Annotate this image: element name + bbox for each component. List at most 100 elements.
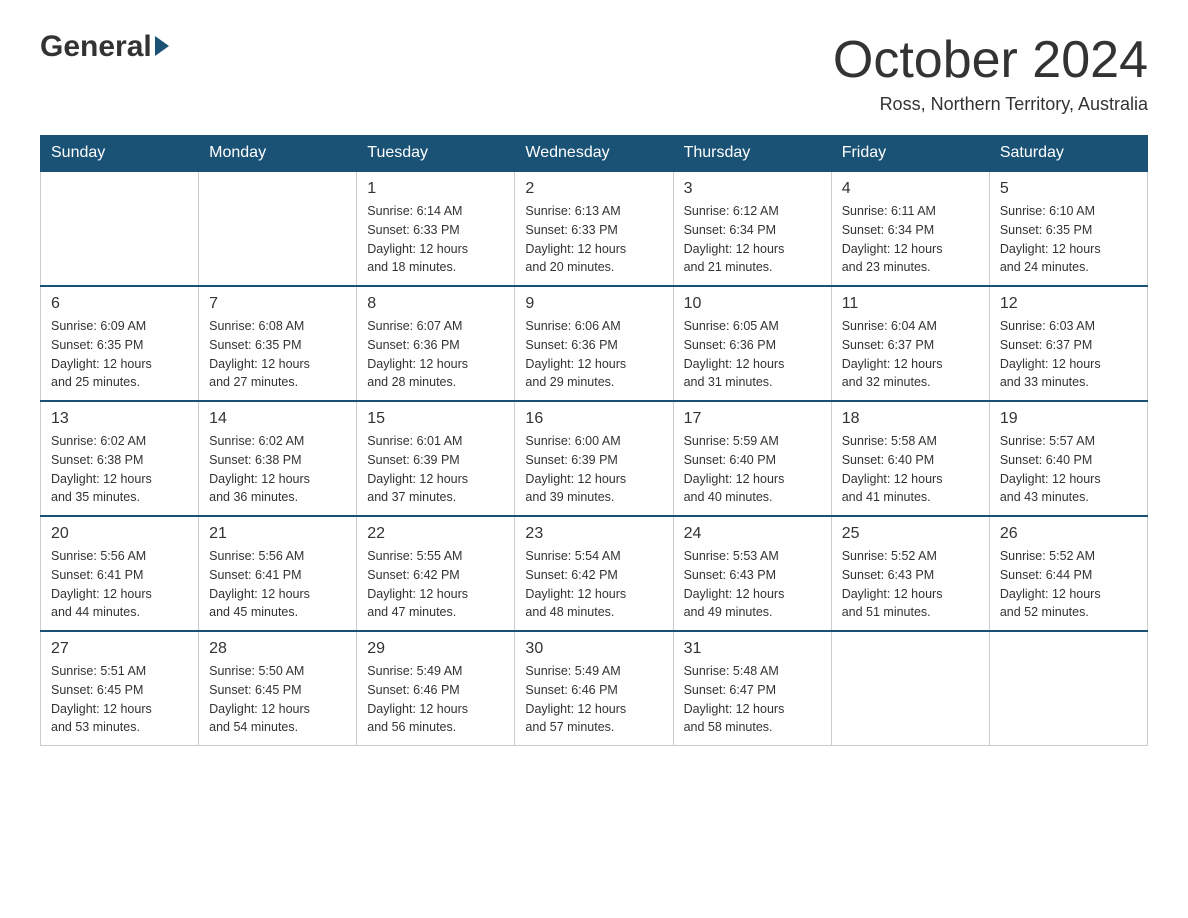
- day-info: Sunrise: 6:01 AM Sunset: 6:39 PM Dayligh…: [367, 432, 504, 507]
- day-info: Sunrise: 5:51 AM Sunset: 6:45 PM Dayligh…: [51, 662, 188, 737]
- week-row-4: 20 Sunrise: 5:56 AM Sunset: 6:41 PM Dayli…: [41, 516, 1148, 631]
- calendar-cell: 29Sunrise: 5:49 AM Sunset: 6:46 PM Dayli…: [357, 631, 515, 746]
- month-title: October 2024: [833, 30, 1148, 90]
- day-info: Sunrise: 5:56 AM Sunset: 6:41 PM Dayligh…: [51, 547, 188, 622]
- day-info: Sunrise: 5:59 AM Sunset: 6:40 PM Dayligh…: [684, 432, 821, 507]
- day-number: 17: [684, 410, 821, 428]
- day-info: Sunrise: 6:07 AM Sunset: 6:36 PM Dayligh…: [367, 317, 504, 392]
- day-info: Sunrise: 5:54 AM Sunset: 6:42 PM Dayligh…: [525, 547, 662, 622]
- calendar-cell: 4 Sunrise: 6:11 AM Sunset: 6:34 PM Daylig…: [831, 171, 989, 286]
- week-row-5: 27 Sunrise: 5:51 AM Sunset: 6:45 PM Dayli…: [41, 631, 1148, 746]
- day-info: Sunrise: 5:55 AM Sunset: 6:42 PM Dayligh…: [367, 547, 504, 622]
- logo: General Blue: [40, 30, 170, 64]
- day-info: Sunrise: 5:58 AM Sunset: 6:40 PM Dayligh…: [842, 432, 979, 507]
- day-number: 22: [367, 525, 504, 543]
- page-header: General Blue October 2024 Ross, Northern…: [40, 30, 1148, 115]
- day-number: 30: [525, 640, 662, 658]
- day-info: Sunrise: 6:04 AM Sunset: 6:37 PM Dayligh…: [842, 317, 979, 392]
- calendar-cell: 23 Sunrise: 5:54 AM Sunset: 6:42 PM Dayli…: [515, 516, 673, 631]
- day-info: Sunrise: 5:50 AM Sunset: 6:45 PM Dayligh…: [209, 662, 346, 737]
- day-info: Sunrise: 6:02 AM Sunset: 6:38 PM Dayligh…: [209, 432, 346, 507]
- calendar-cell: 31 Sunrise: 5:48 AM Sunset: 6:47 PM Dayli…: [673, 631, 831, 746]
- calendar-header-saturday: Saturday: [989, 136, 1147, 172]
- calendar-cell: 15 Sunrise: 6:01 AM Sunset: 6:39 PM Dayli…: [357, 401, 515, 516]
- calendar-cell: 7 Sunrise: 6:08 AM Sunset: 6:35 PM Daylig…: [199, 286, 357, 401]
- day-info: Sunrise: 6:10 AM Sunset: 6:35 PM Dayligh…: [1000, 202, 1137, 277]
- day-number: 16: [525, 410, 662, 428]
- calendar-cell: 2 Sunrise: 6:13 AM Sunset: 6:33 PM Daylig…: [515, 171, 673, 286]
- day-info: Sunrise: 5:52 AM Sunset: 6:44 PM Dayligh…: [1000, 547, 1137, 622]
- location-subtitle: Ross, Northern Territory, Australia: [833, 94, 1148, 115]
- day-info: Sunrise: 5:48 AM Sunset: 6:47 PM Dayligh…: [684, 662, 821, 737]
- calendar-header-sunday: Sunday: [41, 136, 199, 172]
- day-info: Sunrise: 5:56 AM Sunset: 6:41 PM Dayligh…: [209, 547, 346, 622]
- calendar-header-monday: Monday: [199, 136, 357, 172]
- day-number: 23: [525, 525, 662, 543]
- day-number: 21: [209, 525, 346, 543]
- calendar-cell: 13 Sunrise: 6:02 AM Sunset: 6:38 PM Dayli…: [41, 401, 199, 516]
- calendar-cell: 19 Sunrise: 5:57 AM Sunset: 6:40 PM Dayli…: [989, 401, 1147, 516]
- day-info: Sunrise: 6:03 AM Sunset: 6:37 PM Dayligh…: [1000, 317, 1137, 392]
- day-info: Sunrise: 5:57 AM Sunset: 6:40 PM Dayligh…: [1000, 432, 1137, 507]
- calendar-cell: 17 Sunrise: 5:59 AM Sunset: 6:40 PM Dayli…: [673, 401, 831, 516]
- day-number: 3: [684, 180, 821, 198]
- day-number: 2: [525, 180, 662, 198]
- calendar-cell: 22 Sunrise: 5:55 AM Sunset: 6:42 PM Dayli…: [357, 516, 515, 631]
- day-number: 7: [209, 295, 346, 313]
- day-number: 20: [51, 525, 188, 543]
- calendar-cell: [199, 171, 357, 286]
- day-number: 9: [525, 295, 662, 313]
- day-info: Sunrise: 6:13 AM Sunset: 6:33 PM Dayligh…: [525, 202, 662, 277]
- day-number: 12: [1000, 295, 1137, 313]
- day-number: 31: [684, 640, 821, 658]
- calendar-cell: 6Sunrise: 6:09 AM Sunset: 6:35 PM Daylig…: [41, 286, 199, 401]
- calendar-cell: 18 Sunrise: 5:58 AM Sunset: 6:40 PM Dayli…: [831, 401, 989, 516]
- calendar-cell: 5 Sunrise: 6:10 AM Sunset: 6:35 PM Daylig…: [989, 171, 1147, 286]
- calendar-header-tuesday: Tuesday: [357, 136, 515, 172]
- day-info: Sunrise: 6:02 AM Sunset: 6:38 PM Dayligh…: [51, 432, 188, 507]
- calendar-cell: 9Sunrise: 6:06 AM Sunset: 6:36 PM Daylig…: [515, 286, 673, 401]
- calendar-table: SundayMondayTuesdayWednesdayThursdayFrid…: [40, 135, 1148, 746]
- day-info: Sunrise: 6:00 AM Sunset: 6:39 PM Dayligh…: [525, 432, 662, 507]
- title-section: October 2024 Ross, Northern Territory, A…: [833, 30, 1148, 115]
- calendar-header-thursday: Thursday: [673, 136, 831, 172]
- calendar-cell: 25Sunrise: 5:52 AM Sunset: 6:43 PM Dayli…: [831, 516, 989, 631]
- day-info: Sunrise: 5:53 AM Sunset: 6:43 PM Dayligh…: [684, 547, 821, 622]
- day-info: Sunrise: 6:08 AM Sunset: 6:35 PM Dayligh…: [209, 317, 346, 392]
- calendar-cell: 24 Sunrise: 5:53 AM Sunset: 6:43 PM Dayli…: [673, 516, 831, 631]
- calendar-cell: 14 Sunrise: 6:02 AM Sunset: 6:38 PM Dayli…: [199, 401, 357, 516]
- day-number: 18: [842, 410, 979, 428]
- day-number: 1: [367, 180, 504, 198]
- day-info: Sunrise: 6:11 AM Sunset: 6:34 PM Dayligh…: [842, 202, 979, 277]
- calendar-cell: 11 Sunrise: 6:04 AM Sunset: 6:37 PM Dayli…: [831, 286, 989, 401]
- day-number: 8: [367, 295, 504, 313]
- day-number: 14: [209, 410, 346, 428]
- calendar-cell: 30 Sunrise: 5:49 AM Sunset: 6:46 PM Dayli…: [515, 631, 673, 746]
- day-number: 10: [684, 295, 821, 313]
- day-number: 26: [1000, 525, 1137, 543]
- day-number: 15: [367, 410, 504, 428]
- day-number: 13: [51, 410, 188, 428]
- week-row-2: 6Sunrise: 6:09 AM Sunset: 6:35 PM Daylig…: [41, 286, 1148, 401]
- day-info: Sunrise: 5:52 AM Sunset: 6:43 PM Dayligh…: [842, 547, 979, 622]
- calendar-cell: 3Sunrise: 6:12 AM Sunset: 6:34 PM Daylig…: [673, 171, 831, 286]
- calendar-cell: 20 Sunrise: 5:56 AM Sunset: 6:41 PM Dayli…: [41, 516, 199, 631]
- day-number: 27: [51, 640, 188, 658]
- day-number: 5: [1000, 180, 1137, 198]
- calendar-cell: 8 Sunrise: 6:07 AM Sunset: 6:36 PM Daylig…: [357, 286, 515, 401]
- day-number: 6: [51, 295, 188, 313]
- day-number: 24: [684, 525, 821, 543]
- calendar-cell: 16 Sunrise: 6:00 AM Sunset: 6:39 PM Dayli…: [515, 401, 673, 516]
- calendar-cell: [831, 631, 989, 746]
- calendar-cell: 10Sunrise: 6:05 AM Sunset: 6:36 PM Dayli…: [673, 286, 831, 401]
- day-info: Sunrise: 5:49 AM Sunset: 6:46 PM Dayligh…: [525, 662, 662, 737]
- logo-text-general: General: [40, 30, 152, 64]
- day-number: 4: [842, 180, 979, 198]
- calendar-cell: [41, 171, 199, 286]
- calendar-cell: 1Sunrise: 6:14 AM Sunset: 6:33 PM Daylig…: [357, 171, 515, 286]
- calendar-cell: 28Sunrise: 5:50 AM Sunset: 6:45 PM Dayli…: [199, 631, 357, 746]
- day-number: 19: [1000, 410, 1137, 428]
- calendar-cell: 12 Sunrise: 6:03 AM Sunset: 6:37 PM Dayli…: [989, 286, 1147, 401]
- calendar-header-row: SundayMondayTuesdayWednesdayThursdayFrid…: [41, 136, 1148, 172]
- day-number: 11: [842, 295, 979, 313]
